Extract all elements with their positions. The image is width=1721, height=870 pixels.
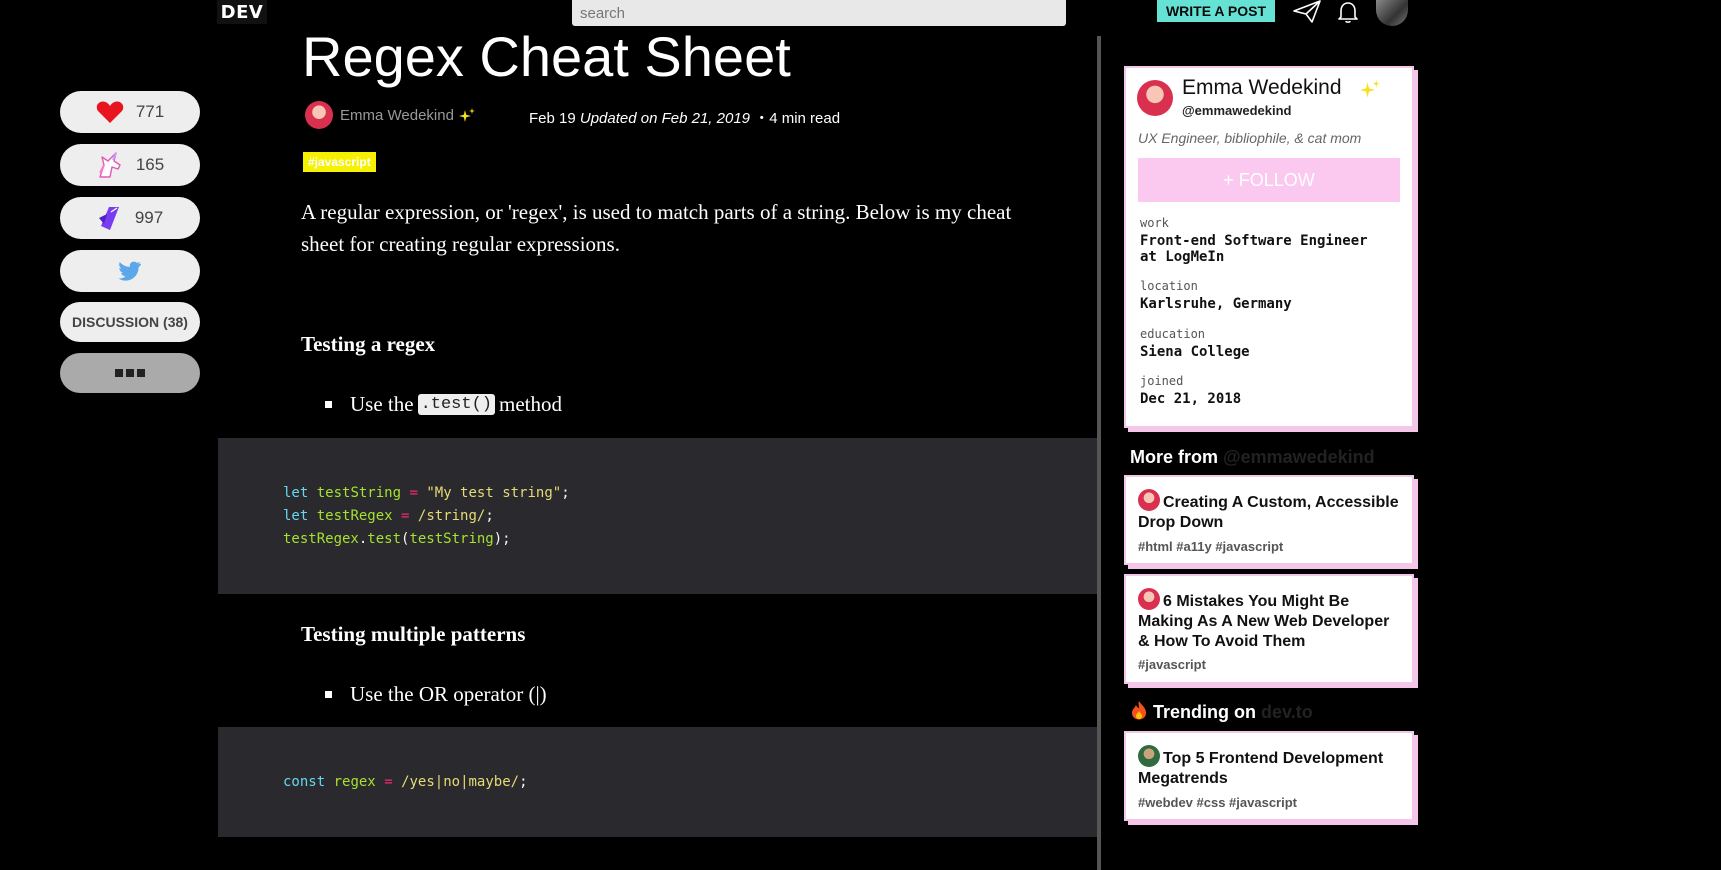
read-time: ・4 min read xyxy=(754,110,841,127)
education-label: education xyxy=(1140,327,1206,341)
fire-icon xyxy=(1132,701,1146,720)
bullet-text: Use the OR operator (|) xyxy=(350,682,547,706)
post-title[interactable]: 6 Mistakes You Might Be Making As A New … xyxy=(1138,588,1403,652)
article-meta: Feb 19 Updated on Feb 21, 2019 ・4 min re… xyxy=(529,107,840,128)
trending-heading: Trending on dev.to xyxy=(1130,700,1313,723)
heart-count: 771 xyxy=(135,102,165,121)
code-block: const regex = /yes|no|maybe/; xyxy=(218,727,1097,837)
sparkle-icon xyxy=(1360,80,1380,98)
joined-value: Dec 21, 2018 xyxy=(1140,391,1242,407)
bookmark-count: 997 xyxy=(134,208,164,227)
section-heading: Testing multiple patterns xyxy=(301,622,526,646)
post-tags: #javascript xyxy=(1138,657,1206,672)
sparkle-icon xyxy=(459,108,475,122)
post-title-text: 6 Mistakes You Might Be Making As A New … xyxy=(1138,593,1390,650)
updated-date: Updated on Feb 21, 2019 xyxy=(579,110,751,127)
bullet-text-before: Use the xyxy=(350,392,414,416)
location-label: location xyxy=(1140,279,1198,293)
author-avatar xyxy=(1138,745,1160,767)
more-from-handle[interactable]: @emmawedekind xyxy=(1223,447,1375,467)
author-name-link[interactable]: Emma Wedekind xyxy=(340,107,454,124)
joined-label: joined xyxy=(1140,374,1184,388)
article-title: Regex Cheat Sheet xyxy=(302,25,791,88)
more-from-label: More from xyxy=(1130,447,1219,467)
location-value: Karlsruhe, Germany xyxy=(1140,296,1292,312)
more-options-button[interactable] xyxy=(60,353,200,393)
paper-plane-icon[interactable] xyxy=(1292,0,1322,24)
more-post-card[interactable]: 6 Mistakes You Might Be Making As A New … xyxy=(1124,574,1414,684)
bookmark-icon xyxy=(98,207,119,230)
publish-date: Feb 19 xyxy=(529,110,576,127)
post-title[interactable]: Top 5 Frontend Development Megatrends xyxy=(1138,745,1403,789)
list-item: Use the .test() method xyxy=(325,392,562,417)
write-post-button[interactable]: WRITE A POST xyxy=(1157,0,1275,22)
share-twitter-button[interactable] xyxy=(60,250,200,292)
bullet-marker xyxy=(325,401,332,408)
inline-code: .test() xyxy=(417,394,495,415)
author-avatar xyxy=(1138,588,1160,610)
discussion-button[interactable]: DISCUSSION (38) xyxy=(60,302,200,342)
post-title-text: Top 5 Frontend Development Megatrends xyxy=(1138,750,1384,787)
code-block: let testString = "My test string"; let t… xyxy=(218,438,1097,594)
author-avatar xyxy=(1138,489,1160,511)
post-tags: #html #a11y #javascript xyxy=(1138,539,1284,554)
tag-javascript[interactable]: #javascript xyxy=(303,152,376,172)
user-avatar[interactable] xyxy=(1376,0,1408,26)
bookmark-reaction-button[interactable]: 997 xyxy=(60,197,200,239)
dev-logo[interactable]: DEV xyxy=(217,0,267,24)
profile-avatar[interactable] xyxy=(1137,80,1173,116)
work-label: work xyxy=(1140,216,1169,230)
trending-label: Trending on xyxy=(1153,702,1257,722)
heart-reaction-button[interactable]: 771 xyxy=(60,91,200,133)
trending-site[interactable]: dev.to xyxy=(1261,702,1313,722)
list-item: Use the OR operator (|) xyxy=(325,682,547,707)
search-input[interactable] xyxy=(572,0,1066,26)
ellipsis-icon xyxy=(115,369,145,377)
profile-handle[interactable]: @emmawedekind xyxy=(1182,103,1292,118)
post-title[interactable]: Creating A Custom, Accessible Drop Down xyxy=(1138,489,1403,533)
trending-post-card[interactable]: Top 5 Frontend Development Megatrends #w… xyxy=(1124,731,1414,821)
content-divider xyxy=(1097,36,1101,870)
profile-name[interactable]: Emma Wedekind xyxy=(1182,76,1342,100)
twitter-icon xyxy=(118,261,141,281)
unicorn-icon xyxy=(98,152,121,178)
author-avatar[interactable] xyxy=(305,101,333,129)
article-intro: A regular expression, or 'regex', is use… xyxy=(301,200,1012,256)
bullet-marker xyxy=(325,691,332,698)
section-heading: Testing a regex xyxy=(301,332,436,356)
follow-button[interactable]: + FOLLOW xyxy=(1138,158,1400,202)
post-tags: #webdev #css #javascript xyxy=(1138,795,1297,810)
education-value: Siena College xyxy=(1140,344,1250,360)
heart-icon xyxy=(96,101,124,123)
bullet-text-after: method xyxy=(499,392,562,416)
more-from-heading: More from @emmawedekind xyxy=(1130,447,1375,468)
unicorn-count: 165 xyxy=(135,155,165,174)
bell-icon[interactable] xyxy=(1336,0,1360,24)
work-value: Front-end Software Engineer at LogMeIn xyxy=(1140,233,1368,265)
more-post-card[interactable]: Creating A Custom, Accessible Drop Down … xyxy=(1124,475,1414,565)
profile-card: Emma Wedekind @emmawedekind UX Engineer,… xyxy=(1124,66,1414,428)
unicorn-reaction-button[interactable]: 165 xyxy=(60,144,200,186)
post-title-text: Creating A Custom, Accessible Drop Down xyxy=(1138,494,1399,531)
profile-bio: UX Engineer, bibliophile, & cat mom xyxy=(1138,130,1362,146)
